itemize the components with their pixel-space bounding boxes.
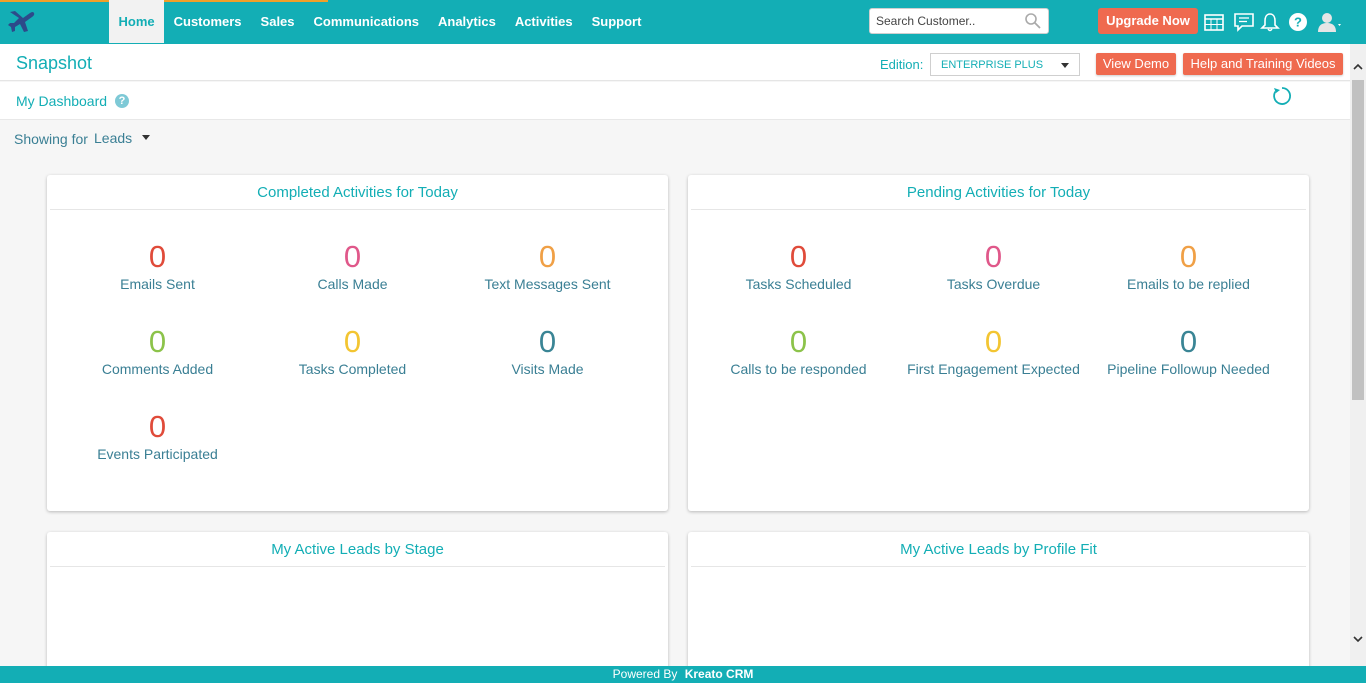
footer-brand: Kreato CRM bbox=[684, 667, 754, 681]
metric-label: Visits Made bbox=[511, 361, 584, 377]
showing-for-label: Showing for bbox=[14, 131, 88, 147]
calendar-icon[interactable] bbox=[1203, 11, 1225, 33]
metric-label: Comments Added bbox=[101, 361, 214, 377]
metric-label: Emails to be replied bbox=[1127, 276, 1250, 292]
bell-icon[interactable] bbox=[1259, 11, 1281, 33]
page-title: Snapshot bbox=[16, 53, 93, 73]
metric-comments-added[interactable]: 0 Comments Added bbox=[60, 324, 255, 377]
card-title: My Active Leads by Stage bbox=[50, 532, 665, 567]
main-nav: Home Customers Sales Communications Anal… bbox=[109, 0, 651, 43]
search-icon[interactable] bbox=[1024, 12, 1042, 30]
metric-value: 0 bbox=[1179, 239, 1198, 274]
nav-sales[interactable]: Sales bbox=[251, 0, 304, 43]
view-demo-button[interactable]: View Demo bbox=[1096, 53, 1176, 75]
metric-label: Calls Made bbox=[317, 276, 388, 292]
vertical-scrollbar[interactable] bbox=[1350, 44, 1366, 666]
metric-value: 0 bbox=[148, 409, 167, 444]
metric-events-participated[interactable]: 0 Events Participated bbox=[60, 409, 255, 462]
metric-visits-made[interactable]: 0 Visits Made bbox=[450, 324, 645, 377]
metric-value: 0 bbox=[789, 239, 808, 274]
metric-tasks-completed[interactable]: 0 Tasks Completed bbox=[255, 324, 450, 377]
dashboard-help-icon[interactable]: ? bbox=[115, 94, 129, 108]
card-title: Completed Activities for Today bbox=[50, 175, 665, 210]
edition-select[interactable]: ENTERPRISE PLUS bbox=[930, 53, 1080, 76]
metric-calls-to-be-responded[interactable]: 0 Calls to be responded bbox=[701, 324, 896, 377]
metric-label: Text Messages Sent bbox=[484, 276, 611, 292]
dashboard-header: My Dashboard ? bbox=[0, 82, 1350, 120]
metric-tasks-overdue[interactable]: 0 Tasks Overdue bbox=[896, 239, 1091, 292]
help-icon[interactable]: ? bbox=[1287, 11, 1309, 33]
scroll-up-arrow-icon[interactable] bbox=[1353, 62, 1363, 72]
metric-tasks-scheduled[interactable]: 0 Tasks Scheduled bbox=[701, 239, 896, 292]
nav-home[interactable]: Home bbox=[109, 0, 165, 43]
nav-communications[interactable]: Communications bbox=[304, 0, 428, 43]
metric-label: Emails Sent bbox=[120, 276, 195, 292]
user-avatar-icon[interactable] bbox=[1316, 11, 1344, 33]
nav-activities[interactable]: Activities bbox=[505, 0, 582, 43]
metric-first-engagement-expected[interactable]: 0 First Engagement Expected bbox=[896, 324, 1091, 377]
metric-emails-sent[interactable]: 0 Emails Sent bbox=[60, 239, 255, 292]
footer-prefix: Powered By bbox=[612, 667, 678, 681]
metric-value: 0 bbox=[789, 324, 808, 359]
chat-icon[interactable] bbox=[1233, 11, 1255, 33]
nav-customers[interactable]: Customers bbox=[164, 0, 251, 43]
search-box bbox=[869, 8, 1049, 34]
completed-activities-card: Completed Activities for Today 0 Emails … bbox=[47, 175, 668, 511]
metric-value: 0 bbox=[148, 324, 167, 359]
edition-value: ENTERPRISE PLUS bbox=[941, 59, 1044, 71]
metric-value: 0 bbox=[343, 324, 362, 359]
refresh-icon[interactable] bbox=[1272, 86, 1292, 106]
metric-value: 0 bbox=[538, 239, 557, 274]
chevron-down-icon[interactable] bbox=[142, 135, 150, 140]
leads-by-profile-fit-card: My Active Leads by Profile Fit bbox=[688, 532, 1309, 672]
scrollbar-thumb[interactable] bbox=[1352, 80, 1364, 400]
edition-label: Edition: bbox=[880, 57, 924, 72]
showing-for-select[interactable]: Leads bbox=[94, 130, 132, 146]
metric-value: 0 bbox=[538, 324, 557, 359]
top-nav-bar: Home Customers Sales Communications Anal… bbox=[0, 0, 1366, 44]
metric-emails-to-be-replied[interactable]: 0 Emails to be replied bbox=[1091, 239, 1286, 292]
airplane-logo-icon[interactable] bbox=[6, 5, 36, 35]
metric-value: 0 bbox=[984, 324, 1003, 359]
metric-value: 0 bbox=[984, 239, 1003, 274]
card-title: Pending Activities for Today bbox=[691, 175, 1306, 210]
svg-text:?: ? bbox=[1294, 15, 1302, 30]
metric-text-messages-sent[interactable]: 0 Text Messages Sent bbox=[450, 239, 645, 292]
metric-value: 0 bbox=[148, 239, 167, 274]
metric-value: 0 bbox=[343, 239, 362, 274]
footer: Powered By Kreato CRM bbox=[0, 666, 1366, 683]
dashboard-title[interactable]: My Dashboard bbox=[16, 93, 107, 109]
help-training-videos-button[interactable]: Help and Training Videos bbox=[1183, 53, 1343, 75]
card-title: My Active Leads by Profile Fit bbox=[691, 532, 1306, 567]
metric-label: Tasks Completed bbox=[298, 361, 407, 377]
metric-label: Tasks Overdue bbox=[946, 276, 1041, 292]
metric-label: First Engagement Expected bbox=[907, 361, 1080, 377]
metric-value: 0 bbox=[1179, 324, 1198, 359]
metric-pipeline-followup-needed[interactable]: 0 Pipeline Followup Needed bbox=[1091, 324, 1286, 377]
scroll-down-arrow-icon[interactable] bbox=[1353, 634, 1363, 644]
leads-by-stage-card: My Active Leads by Stage bbox=[47, 532, 668, 672]
metric-label: Calls to be responded bbox=[730, 361, 867, 377]
nav-analytics[interactable]: Analytics bbox=[429, 0, 506, 43]
search-customer-input[interactable] bbox=[870, 9, 1020, 33]
metric-label: Events Participated bbox=[97, 446, 218, 462]
page-header: Snapshot Edition: ENTERPRISE PLUS View D… bbox=[0, 44, 1350, 81]
metric-label: Tasks Scheduled bbox=[745, 276, 852, 292]
metric-label: Pipeline Followup Needed bbox=[1107, 361, 1270, 377]
pending-activities-card: Pending Activities for Today 0 Tasks Sch… bbox=[688, 175, 1309, 511]
upgrade-now-button[interactable]: Upgrade Now bbox=[1098, 8, 1198, 34]
metric-calls-made[interactable]: 0 Calls Made bbox=[255, 239, 450, 292]
nav-support[interactable]: Support bbox=[582, 0, 651, 43]
chevron-down-icon bbox=[1061, 63, 1069, 68]
